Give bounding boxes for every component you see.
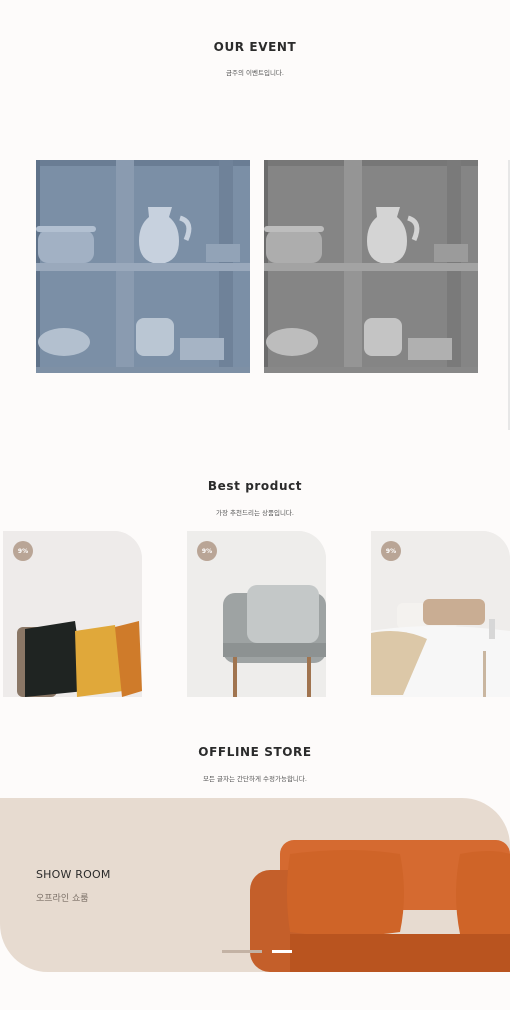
discount-badge: 9%: [381, 541, 401, 561]
best-section-title: Best product: [207, 479, 303, 493]
product-card-2[interactable]: 9%: [187, 531, 326, 697]
offline-section-subtitle: 모든 글자는 간단하게 수정가능합니다.: [203, 775, 307, 783]
cabinet-image-gray: [264, 160, 478, 373]
slider-dot-2-active[interactable]: [272, 950, 292, 953]
showroom-subtitle: 오프라인 쇼룸: [36, 894, 89, 904]
discount-badge: 9%: [13, 541, 33, 561]
showroom-title: SHOW ROOM: [36, 868, 111, 881]
event-slide-2[interactable]: [264, 160, 478, 373]
event-section-subtitle: 금주의 이벤트입니다.: [226, 69, 284, 77]
best-section-subtitle: 가장 추천드리는 상품입니다.: [216, 509, 294, 517]
offline-section-title: OFFLINE STORE: [198, 745, 312, 759]
slider-dot-1[interactable]: [222, 950, 262, 953]
product-card-3[interactable]: 9%: [371, 531, 510, 697]
product-card-1[interactable]: 9%: [3, 531, 142, 697]
cabinet-image-blue: [36, 160, 250, 373]
discount-badge: 9%: [197, 541, 217, 561]
event-slide-1[interactable]: [36, 160, 250, 373]
event-section-title: OUR EVENT: [213, 40, 297, 54]
showroom-banner[interactable]: SHOW ROOM 오프라인 쇼룸: [0, 798, 510, 972]
